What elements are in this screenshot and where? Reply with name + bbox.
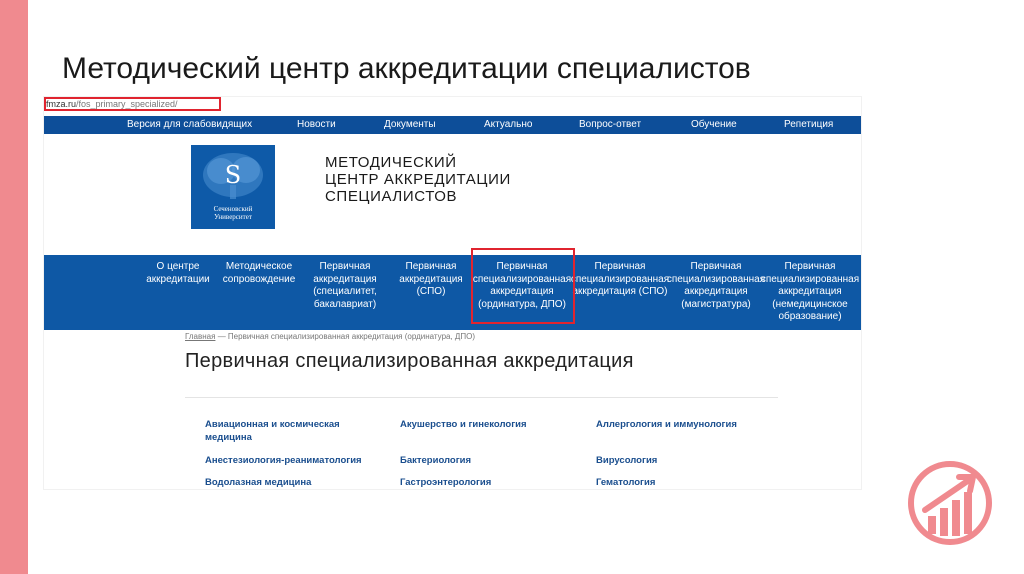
specialty-link[interactable]: Авиационная и космическая медицина [205, 418, 340, 444]
specialty-link[interactable]: Гематология [596, 476, 655, 489]
mainnav-specialized-spo[interactable]: Первичная специализированная аккредитаци… [568, 261, 672, 299]
topnav-actual[interactable]: Актуально [484, 119, 532, 130]
topnav-rehearsal[interactable]: Репетиция [784, 119, 833, 130]
website-screenshot: fmza.ru/fos_primary_specialized/ Версия … [44, 97, 861, 489]
mainnav-primary-spo[interactable]: Первичная аккредитация (СПО) [391, 261, 471, 299]
divider [185, 397, 778, 398]
mainnav-about[interactable]: О центре аккредитации [138, 261, 218, 286]
specialty-link[interactable]: Акушерство и гинекология [400, 418, 527, 431]
breadcrumb-separator: — [217, 332, 226, 341]
specialty-link[interactable]: Вирусология [596, 454, 657, 467]
topnav-documents[interactable]: Документы [384, 119, 436, 130]
specialty-link[interactable]: Водолазная медицина [205, 476, 311, 489]
breadcrumb-home[interactable]: Главная [185, 332, 215, 341]
topnav-news[interactable]: Новости [297, 119, 336, 130]
top-navigation-bar: Версия для слабовидящих Новости Документ… [44, 116, 861, 134]
sechenov-university-logo[interactable]: S Сеченовский Университет [191, 145, 275, 229]
specialty-link[interactable]: Аллергология и иммунология [596, 418, 737, 431]
slide-title: Методический центр аккредитации специали… [62, 52, 751, 85]
mainnav-specialized-masters[interactable]: Первичная специализированная аккредитаци… [664, 261, 768, 311]
growth-chart-icon [908, 461, 992, 545]
main-navigation: О центре аккредитации Методическое сопро… [44, 255, 861, 330]
topnav-visually-impaired[interactable]: Версия для слабовидящих [127, 119, 252, 130]
left-accent-stripe [0, 0, 28, 574]
specialty-link[interactable]: Анестезиология-реаниматология [205, 454, 362, 467]
svg-text:S: S [225, 161, 241, 189]
page-heading: Первичная специализированная аккредитаци… [185, 350, 634, 372]
breadcrumb: Главная — Первичная специализированная а… [185, 332, 475, 341]
mainnav-specialized-nonmedical[interactable]: Первичная специализированная аккредитаци… [758, 261, 861, 324]
url-highlight-box [44, 97, 221, 111]
mainnav-methodical-support[interactable]: Методическое сопровождение [219, 261, 299, 286]
specialty-link[interactable]: Гастроэнтерология [400, 476, 491, 489]
topnav-training[interactable]: Обучение [691, 119, 737, 130]
site-title: МЕТОДИЧЕСКИЙ ЦЕНТР АККРЕДИТАЦИИ СПЕЦИАЛИ… [325, 154, 511, 205]
topnav-faq[interactable]: Вопрос-ответ [579, 119, 641, 130]
logo-caption: Сеченовский Университет [213, 205, 253, 221]
breadcrumb-current: Первичная специализированная аккредитаци… [227, 332, 475, 341]
nav-highlight-box [471, 248, 575, 324]
specialty-link[interactable]: Бактериология [400, 454, 471, 467]
mainnav-primary-specialty[interactable]: Первичная аккредитация (специалитет, бак… [305, 261, 385, 311]
